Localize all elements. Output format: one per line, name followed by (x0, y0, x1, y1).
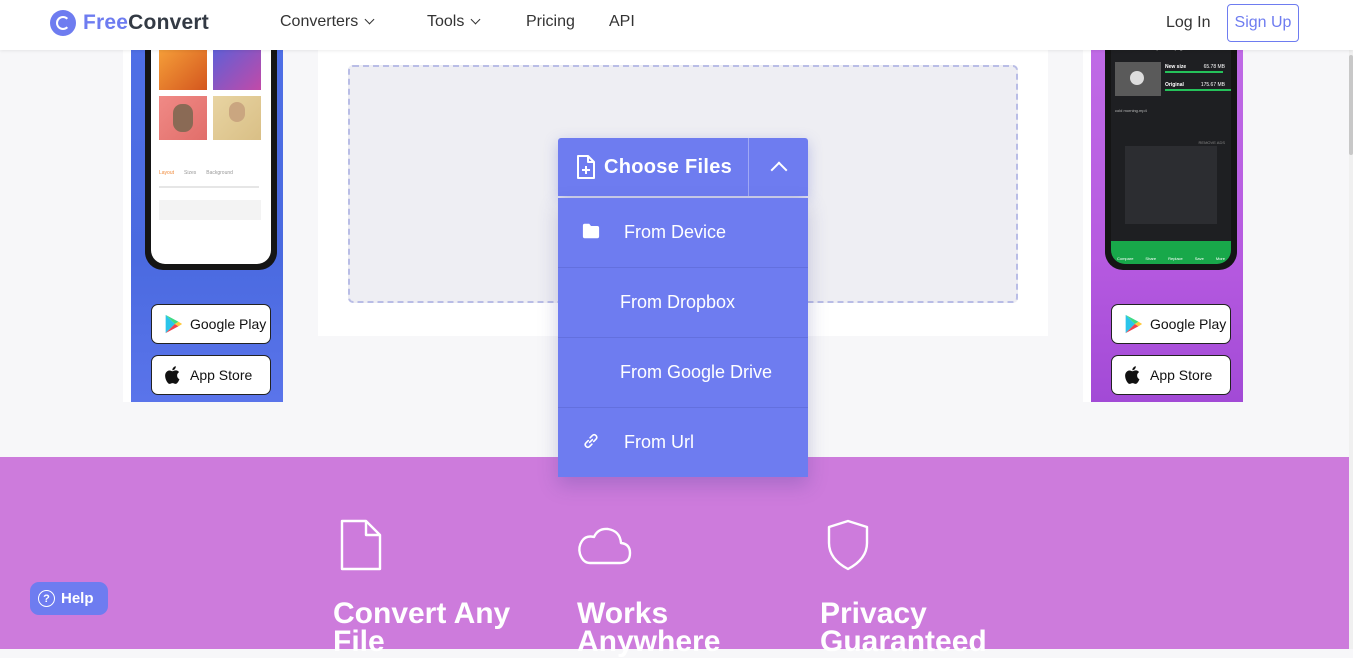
scrollbar-thumb[interactable] (1349, 55, 1353, 155)
app-store-button[interactable]: App Store (1111, 355, 1231, 395)
question-icon: ? (38, 590, 55, 607)
upload-source-menu: From Device From Dropbox From Google Dri… (558, 198, 808, 477)
phone-mockup: Video is now 63% (110 MB) lighter New si… (1105, 40, 1237, 270)
file-add-icon (577, 155, 595, 179)
file-icon (340, 519, 382, 571)
ad-placeholder (1125, 146, 1217, 224)
signup-button[interactable]: Sign Up (1227, 4, 1299, 42)
phone-mockup: Layout Sizes Background (145, 40, 277, 270)
nav-api[interactable]: API (609, 13, 635, 31)
ad-left-edge (123, 40, 131, 402)
google-play-icon (165, 314, 183, 334)
choose-files-button-group: Choose Files (558, 138, 808, 196)
login-link[interactable]: Log In (1166, 14, 1210, 32)
photo-thumb (213, 46, 261, 90)
menu-item-from-dropbox[interactable]: From Dropbox (558, 268, 808, 338)
video-thumb (1115, 62, 1161, 96)
google-play-button[interactable]: Google Play (1111, 304, 1231, 344)
logo-icon (50, 10, 76, 36)
logo[interactable]: FreeConvert (50, 10, 209, 36)
apple-icon (165, 366, 180, 384)
ad-banner-left[interactable]: Layout Sizes Background Google Play App … (131, 40, 283, 402)
menu-item-from-google-drive[interactable]: From Google Drive (558, 338, 808, 408)
site-header: FreeConvert Converters Tools Pricing API… (0, 0, 1353, 50)
chevron-down-icon (470, 14, 481, 25)
ad-right-edge (1083, 40, 1091, 402)
upload-source-toggle[interactable] (749, 138, 808, 196)
app-store-button[interactable]: App Store (151, 355, 271, 395)
layout-options (159, 200, 261, 220)
choose-files-button[interactable]: Choose Files (558, 138, 748, 196)
apple-icon (1125, 366, 1140, 384)
nav-pricing[interactable]: Pricing (526, 13, 575, 31)
chevron-up-icon (770, 161, 787, 179)
nav-tools[interactable]: Tools (427, 13, 481, 31)
features-section: Convert Any File Works Anywhere Privacy … (0, 457, 1349, 657)
photo-thumb (159, 96, 207, 140)
google-play-button[interactable]: Google Play (151, 304, 271, 344)
phone-screen: Video is now 63% (110 MB) lighter New si… (1111, 40, 1231, 264)
help-button[interactable]: ? Help (30, 582, 108, 615)
google-play-icon (1125, 314, 1143, 334)
folder-icon (582, 223, 600, 239)
feature-title-works: Works Anywhere (577, 597, 721, 658)
chevron-down-icon (364, 14, 375, 25)
menu-item-from-device[interactable]: From Device (558, 198, 808, 268)
link-icon (584, 433, 598, 449)
photo-thumb (213, 96, 261, 140)
ad-banner-right[interactable]: Video is now 63% (110 MB) lighter New si… (1091, 40, 1243, 402)
editor-tabs: Layout Sizes Background (159, 170, 233, 176)
cloud-icon (578, 527, 632, 565)
shield-icon (827, 519, 869, 571)
feature-title-privacy: Privacy Guaranteed (820, 597, 987, 658)
feature-title-convert: Convert Any File (333, 597, 511, 658)
action-bar: Compare Share Replace Save More (1111, 241, 1231, 264)
logo-text: FreeConvert (83, 11, 209, 34)
nav-converters[interactable]: Converters (280, 13, 375, 31)
photo-thumb (159, 46, 207, 90)
menu-item-from-url[interactable]: From Url (558, 408, 808, 477)
phone-screen: Layout Sizes Background (151, 40, 271, 264)
